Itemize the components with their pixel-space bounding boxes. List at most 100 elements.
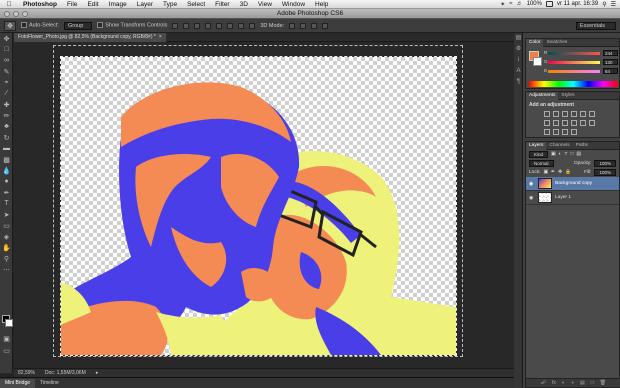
status-arrow-icon[interactable]: ▸ bbox=[96, 370, 99, 376]
gradient-map-icon[interactable] bbox=[562, 129, 568, 135]
menu-select[interactable]: Select bbox=[182, 1, 210, 8]
filter-smart-icon[interactable]: ▤ bbox=[576, 152, 581, 157]
channel-mixer-icon[interactable] bbox=[571, 120, 577, 126]
image-canvas[interactable] bbox=[60, 56, 457, 356]
tab-adjustments[interactable]: Adjustments bbox=[526, 91, 559, 100]
lock-transparent-icon[interactable]: ▣ bbox=[543, 170, 548, 175]
spotlight-icon[interactable]: ⚲ bbox=[602, 1, 606, 8]
color-balance-icon[interactable] bbox=[544, 120, 550, 126]
marquee-tool-icon[interactable]: □ bbox=[0, 44, 13, 55]
move-tool-preset-icon[interactable]: ✥ bbox=[4, 20, 16, 31]
canvas-area[interactable] bbox=[14, 42, 514, 368]
quick-select-tool-icon[interactable]: ✎ bbox=[0, 66, 13, 77]
menu-window[interactable]: Window bbox=[277, 1, 310, 8]
show-transform-checkbox[interactable]: Show Transform Controls bbox=[97, 22, 167, 29]
wifi-icon[interactable]: ≈ bbox=[509, 1, 512, 7]
levels-icon[interactable] bbox=[553, 111, 559, 117]
apple-icon[interactable]:  bbox=[0, 1, 18, 8]
background-color-swatch[interactable] bbox=[5, 319, 13, 327]
zoom-tool-icon[interactable]: ⚲ bbox=[0, 253, 13, 264]
opacity-field[interactable]: 100% bbox=[594, 160, 616, 167]
clock[interactable]: vr 11 apr. 16:39 bbox=[557, 1, 598, 7]
invert-icon[interactable] bbox=[589, 120, 595, 126]
tab-layers[interactable]: Layers bbox=[526, 141, 547, 150]
filter-shape-icon[interactable]: □ bbox=[570, 152, 573, 157]
align-bottom-icon[interactable] bbox=[194, 22, 201, 29]
eraser-tool-icon[interactable]: ▬ bbox=[0, 143, 13, 154]
lock-pixels-icon[interactable]: ✒ bbox=[551, 170, 555, 175]
menu-filter[interactable]: Filter bbox=[210, 1, 234, 8]
align-center-icon[interactable] bbox=[216, 22, 223, 29]
brush-tool-icon[interactable]: ✏ bbox=[0, 110, 13, 121]
photo-filter-icon[interactable] bbox=[562, 120, 568, 126]
character-panel-icon[interactable]: A bbox=[514, 66, 523, 75]
filter-pixel-icon[interactable]: ▣ bbox=[551, 152, 556, 157]
close-tab-icon[interactable]: × bbox=[159, 33, 162, 42]
paragraph-panel-icon[interactable]: ¶ bbox=[514, 77, 523, 86]
blend-mode-dropdown[interactable]: Normal bbox=[529, 160, 554, 167]
menu-app[interactable]: Photoshop bbox=[18, 1, 62, 8]
r-value-field[interactable]: 244 bbox=[603, 50, 618, 56]
menu-layer[interactable]: Layer bbox=[132, 1, 158, 8]
history-panel-icon[interactable]: ▤ bbox=[514, 33, 523, 42]
lock-all-icon[interactable]: 🔒 bbox=[565, 170, 571, 175]
zoom-window-button[interactable] bbox=[22, 11, 28, 17]
align-left-icon[interactable] bbox=[205, 22, 212, 29]
history-brush-icon[interactable]: ↻ bbox=[0, 132, 13, 143]
tab-color[interactable]: Color bbox=[526, 38, 544, 47]
menu-edit[interactable]: Edit bbox=[82, 1, 103, 8]
layer-kind-filter[interactable]: Kind bbox=[529, 151, 549, 158]
tab-swatches[interactable]: Swatches bbox=[543, 39, 570, 47]
document-size[interactable]: Doc: 1,55M/3,06M bbox=[45, 370, 86, 376]
auto-select-dropdown[interactable]: Group bbox=[63, 21, 93, 30]
b-slider[interactable] bbox=[548, 70, 600, 73]
g-slider[interactable] bbox=[548, 61, 600, 64]
new-group-icon[interactable]: ▤ bbox=[580, 380, 585, 386]
layer-row-layer-1[interactable]: ◉ Layer 1 bbox=[526, 191, 619, 205]
distribute-icon[interactable] bbox=[238, 22, 245, 29]
align-top-icon[interactable] bbox=[172, 22, 179, 29]
tab-styles[interactable]: Styles bbox=[558, 92, 577, 100]
tab-channels[interactable]: Channels bbox=[546, 142, 572, 150]
fill-field[interactable]: 100% bbox=[594, 169, 616, 176]
threshold-icon[interactable] bbox=[553, 129, 559, 135]
layer-row-background-copy[interactable]: ◉ Background copy bbox=[526, 177, 619, 191]
hue-saturation-icon[interactable] bbox=[589, 111, 595, 117]
new-layer-icon[interactable]: □ bbox=[591, 380, 594, 386]
path-select-icon[interactable]: ➤ bbox=[0, 209, 13, 220]
tab-timeline[interactable]: Timeline bbox=[35, 379, 64, 388]
menu-image[interactable]: Image bbox=[104, 1, 132, 8]
black-white-icon[interactable] bbox=[553, 120, 559, 126]
pen-tool-icon[interactable]: ✒ bbox=[0, 187, 13, 198]
lock-position-icon[interactable]: ✥ bbox=[558, 170, 562, 175]
crop-tool-icon[interactable]: ⌖ bbox=[0, 77, 13, 88]
3d-roll-icon[interactable] bbox=[300, 22, 307, 29]
move-tool-icon[interactable]: ✥ bbox=[0, 33, 13, 44]
selective-color-icon[interactable] bbox=[571, 129, 577, 135]
visibility-eye-icon[interactable]: ◉ bbox=[529, 181, 535, 187]
color-lookup-icon[interactable] bbox=[580, 120, 586, 126]
link-layers-icon[interactable]: ☍ bbox=[541, 380, 546, 386]
menu-file[interactable]: File bbox=[62, 1, 82, 8]
properties-panel-icon[interactable]: ⚙ bbox=[514, 44, 523, 53]
3d-slide-icon[interactable] bbox=[322, 22, 329, 29]
volume-icon[interactable]: ♬ bbox=[517, 1, 523, 7]
battery-percent[interactable]: 100% bbox=[527, 1, 542, 7]
tab-paths[interactable]: Paths bbox=[573, 142, 591, 150]
distribute-2-icon[interactable] bbox=[249, 22, 256, 29]
align-right-icon[interactable] bbox=[227, 22, 234, 29]
type-tool-icon[interactable]: T bbox=[0, 198, 13, 209]
lasso-tool-icon[interactable]: ∞ bbox=[0, 55, 13, 66]
workspace-switcher[interactable]: Essentials bbox=[575, 21, 616, 30]
minimize-window-button[interactable] bbox=[13, 11, 19, 17]
menu-type[interactable]: Type bbox=[158, 1, 182, 8]
exposure-icon[interactable] bbox=[571, 111, 577, 117]
battery-icon[interactable] bbox=[545, 1, 553, 7]
visibility-eye-icon[interactable]: ◉ bbox=[529, 195, 535, 201]
hand-tool-icon[interactable]: ✋ bbox=[0, 242, 13, 253]
bluetooth-icon[interactable]: ✴ bbox=[500, 1, 505, 8]
document-tab[interactable]: FotoFlower_Photo.jpg @ 82,5% (Background… bbox=[14, 33, 166, 42]
g-value-field[interactable]: 130 bbox=[603, 59, 618, 65]
gradient-tool-icon[interactable]: ▩ bbox=[0, 154, 13, 165]
background-color-chip[interactable] bbox=[533, 57, 542, 66]
